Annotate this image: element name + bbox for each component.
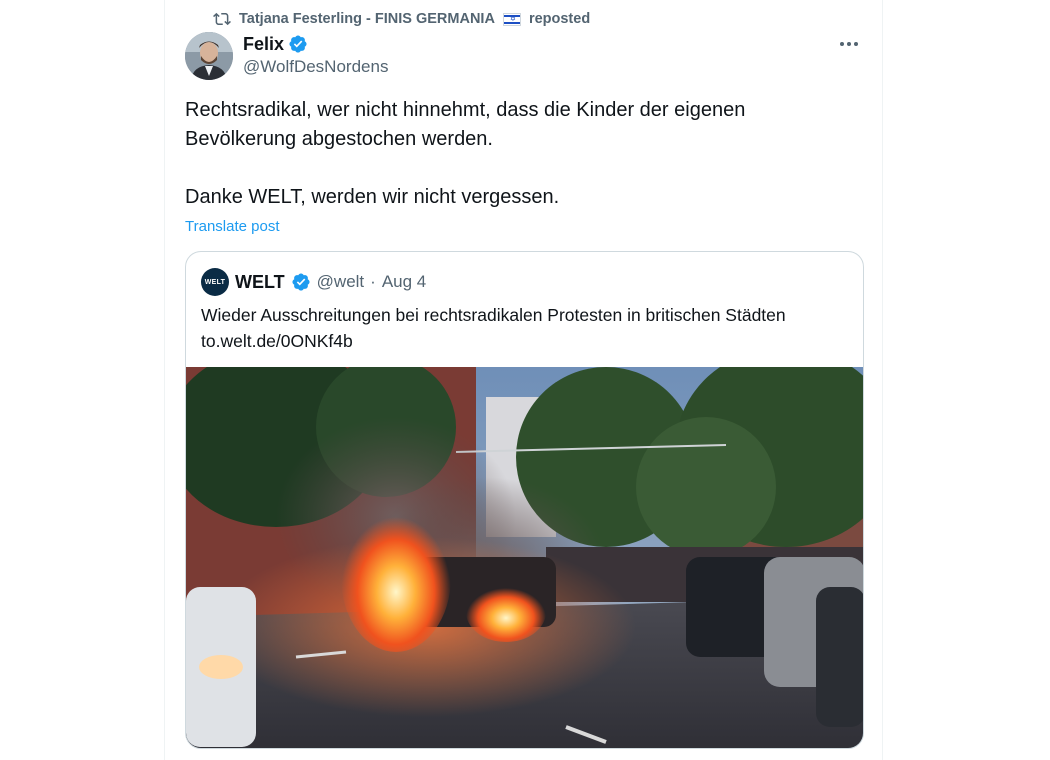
translate-link[interactable]: Translate post [185, 218, 280, 235]
quoted-author-name[interactable]: WELT [235, 272, 285, 293]
quoted-tweet[interactable]: WELT WELT @welt · Aug 4 Wieder Ausschrei… [185, 251, 864, 749]
quoted-tweet-header: WELT WELT @welt · Aug 4 [201, 267, 426, 297]
flag-icon: ✡ [502, 12, 521, 26]
author-name-text[interactable]: Felix [243, 34, 284, 55]
author-name[interactable]: Felix [243, 32, 308, 56]
quoted-tweet-image[interactable] [186, 367, 863, 748]
avatar[interactable] [185, 32, 233, 80]
welt-logo[interactable]: WELT [201, 268, 229, 296]
quoted-date[interactable]: Aug 4 [382, 272, 426, 292]
timeline-column: Tatjana Festerling - FINIS GERMANIA ✡ re… [164, 0, 883, 760]
quoted-link[interactable]: to.welt.de/0ONKf4b [201, 328, 851, 354]
repost-suffix: reposted [528, 11, 591, 27]
more-options-icon[interactable] [834, 34, 864, 54]
tweet-text: Rechtsradikal, wer nicht hinnehmt, dass … [185, 99, 746, 208]
verified-badge-icon [292, 273, 310, 291]
meta-separator: · [370, 272, 376, 291]
quoted-handle[interactable]: @welt [317, 272, 365, 292]
repost-icon [213, 12, 231, 26]
reposter-name[interactable]: Tatjana Festerling - FINIS GERMANIA [239, 11, 495, 27]
author-handle[interactable]: @WolfDesNordens [243, 57, 388, 77]
repost-indicator: Tatjana Festerling - FINIS GERMANIA ✡ re… [213, 9, 590, 29]
verified-badge-icon [289, 35, 307, 53]
quoted-text-line: Wieder Ausschreitungen bei rechtsradikal… [201, 305, 786, 325]
quoted-tweet-text: Wieder Ausschreitungen bei rechtsradikal… [201, 302, 851, 354]
